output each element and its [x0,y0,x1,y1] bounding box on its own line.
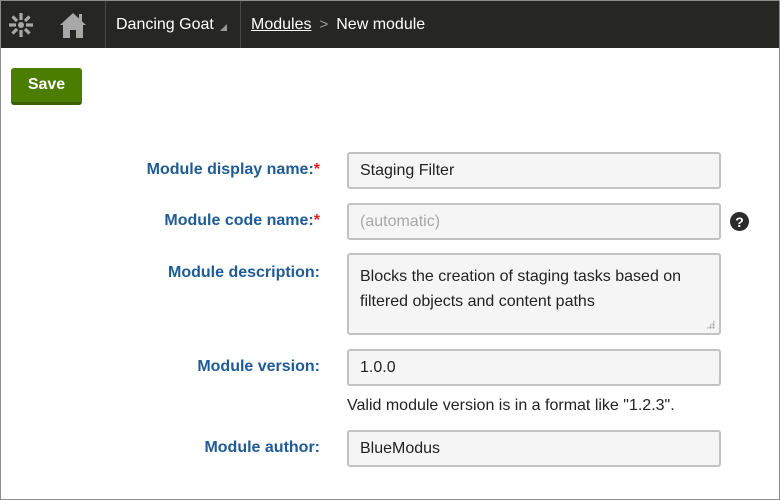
code-name-label: Module code name:* [164,212,320,230]
breadcrumb-current: New module [336,15,426,33]
breadcrumb-modules-link[interactable]: Modules [251,16,311,34]
description-textarea[interactable]: Blocks the creation of staging tasks bas… [347,253,721,335]
display-name-input[interactable]: Staging Filter [347,152,721,189]
version-label: Module version: [197,358,320,376]
required-mark: * [313,212,320,229]
description-value: Blocks the creation of staging tasks bas… [360,268,682,310]
breadcrumb: Modules > New module [241,1,425,48]
author-value: BlueModus [360,439,441,457]
version-hint: Valid module version is in a format like… [347,397,675,414]
site-selector[interactable]: Dancing Goat [105,1,241,48]
required-mark: * [313,161,320,178]
display-name-value: Staging Filter [360,161,455,179]
site-name: Dancing Goat [116,15,214,33]
author-label-text: Module author: [204,439,320,456]
logo-button[interactable] [1,1,41,48]
author-label: Module author: [204,439,320,457]
caret-down-icon [219,24,227,31]
display-name-label-text: Module display name: [146,161,314,178]
description-label-text: Module description: [168,264,320,281]
resize-grip-icon[interactable] [706,320,715,329]
question-circle-icon[interactable]: ? [730,212,749,231]
breadcrumb-separator-icon: > [319,16,329,33]
code-name-placeholder: (automatic) [360,212,441,230]
save-button[interactable]: Save [11,68,82,105]
version-input[interactable]: 1.0.0 [347,349,721,386]
description-label: Module description: [168,264,320,282]
author-input[interactable]: BlueModus [347,430,721,467]
code-name-input[interactable]: (automatic) [347,203,721,240]
kentico-asterisk-icon [9,12,33,37]
window-frame [0,0,780,500]
top-bar: Dancing Goat Modules > New module [1,1,779,48]
code-name-label-text: Module code name: [164,212,314,229]
version-value: 1.0.0 [360,358,396,376]
display-name-label: Module display name:* [147,161,320,179]
version-label-text: Module version: [197,358,320,375]
home-icon [60,12,86,38]
home-button[interactable] [41,1,105,48]
